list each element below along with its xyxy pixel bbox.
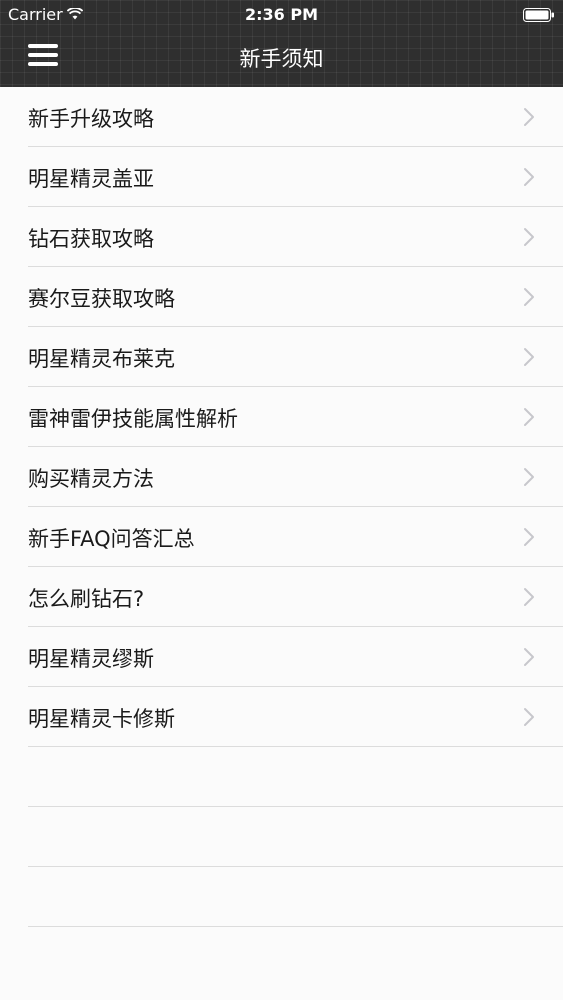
chevron-right-icon <box>524 528 534 546</box>
battery-icon <box>523 8 554 22</box>
header: Carrier 2:36 PM 新手须知 <box>0 0 563 87</box>
list-item[interactable]: 雷神雷伊技能属性解析 <box>0 387 563 447</box>
list-item[interactable]: 明星精灵卡修斯 <box>0 687 563 747</box>
list-item[interactable]: 赛尔豆获取攻略 <box>0 267 563 327</box>
empty-row <box>0 747 563 807</box>
list-item-label: 明星精灵缪斯 <box>28 647 154 671</box>
chevron-right-icon <box>524 228 534 246</box>
empty-row <box>0 807 563 867</box>
list-item[interactable]: 明星精灵盖亚 <box>0 147 563 207</box>
chevron-right-icon <box>524 408 534 426</box>
list-item-label: 购买精灵方法 <box>28 467 154 491</box>
list-item-label: 明星精灵盖亚 <box>28 167 154 191</box>
list-item-label: 明星精灵布莱克 <box>28 347 175 371</box>
chevron-right-icon <box>524 348 534 366</box>
nav-bar: 新手须知 <box>0 30 563 87</box>
list-item[interactable]: 购买精灵方法 <box>0 447 563 507</box>
chevron-right-icon <box>524 168 534 186</box>
list-item-label: 新手FAQ问答汇总 <box>28 527 195 551</box>
chevron-right-icon <box>524 468 534 486</box>
chevron-right-icon <box>524 288 534 306</box>
list-item[interactable]: 新手FAQ问答汇总 <box>0 507 563 567</box>
list-item-label: 钻石获取攻略 <box>28 227 154 251</box>
guide-list: 新手升级攻略 明星精灵盖亚 钻石获取攻略 赛尔豆获取攻略 明星精灵布莱克 雷神雷… <box>0 87 563 927</box>
list-item[interactable]: 明星精灵缪斯 <box>0 627 563 687</box>
chevron-right-icon <box>524 648 534 666</box>
chevron-right-icon <box>524 588 534 606</box>
list-item-label: 雷神雷伊技能属性解析 <box>28 407 238 431</box>
page-title: 新手须知 <box>239 47 324 71</box>
list-item[interactable]: 钻石获取攻略 <box>0 207 563 267</box>
status-time: 2:36 PM <box>244 5 318 24</box>
chevron-right-icon <box>524 108 534 126</box>
chevron-right-icon <box>524 708 534 726</box>
list-item-label: 赛尔豆获取攻略 <box>28 287 175 311</box>
list-item[interactable]: 怎么刷钻石? <box>0 567 563 627</box>
list-item-label: 明星精灵卡修斯 <box>28 707 175 731</box>
list-item-label: 怎么刷钻石? <box>28 587 145 611</box>
list-item[interactable]: 明星精灵布莱克 <box>0 327 563 387</box>
status-bar: Carrier 2:36 PM <box>0 0 563 30</box>
list-item-label: 新手升级攻略 <box>28 107 154 131</box>
empty-row <box>0 867 563 927</box>
list-item[interactable]: 新手升级攻略 <box>0 87 563 147</box>
